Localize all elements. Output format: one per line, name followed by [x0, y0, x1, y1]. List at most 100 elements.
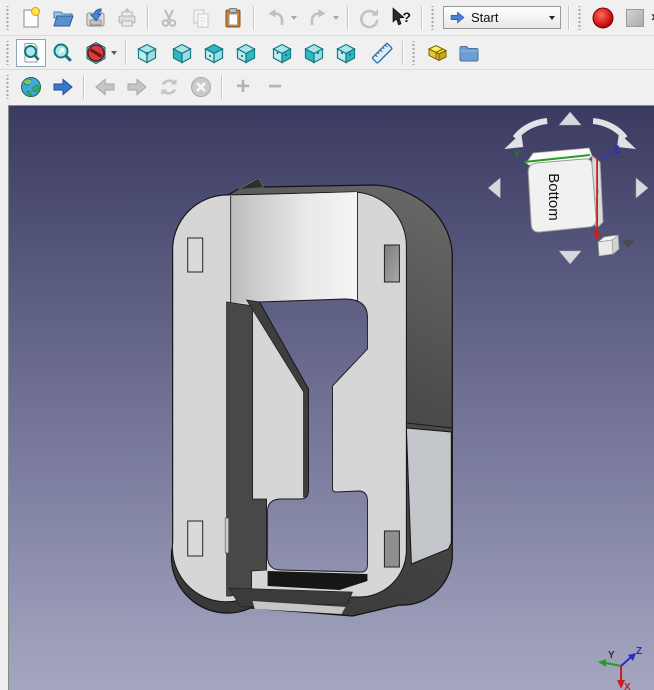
- separator: [147, 6, 149, 30]
- copy-button[interactable]: [186, 4, 216, 32]
- web-home-button[interactable]: [16, 73, 46, 101]
- open-folder-blue-button[interactable]: [454, 39, 484, 67]
- left-cube-icon: [334, 41, 358, 65]
- view-right-button[interactable]: [231, 39, 261, 67]
- model-lower-right-band: [406, 428, 451, 564]
- toolbar-drag-handle[interactable]: [411, 41, 416, 65]
- view-front-button[interactable]: [167, 39, 197, 67]
- svg-text:?: ?: [403, 9, 412, 25]
- draw-style-button[interactable]: [80, 39, 120, 67]
- refresh-button[interactable]: [354, 4, 384, 32]
- undo-icon: [264, 6, 288, 30]
- magnifier-icon: [51, 41, 75, 65]
- toolbar-drag-handle[interactable]: [5, 41, 10, 65]
- separator: [221, 75, 223, 99]
- redo-caret-icon[interactable]: [333, 16, 339, 20]
- cut-button[interactable]: [154, 4, 184, 32]
- axonometric-cube-icon: [135, 41, 159, 65]
- view-rear-button[interactable]: [267, 39, 297, 67]
- model-slot-top-left: [188, 238, 203, 272]
- paste-icon: [221, 6, 245, 30]
- origin-x-label: X: [624, 682, 631, 690]
- cube-face-label[interactable]: Bottom: [545, 173, 562, 220]
- toolbar-navigation: + −: [0, 70, 654, 104]
- cad-model[interactable]: [171, 178, 452, 616]
- macro-stop-button[interactable]: [620, 4, 650, 32]
- mini-cube-front[interactable]: [598, 240, 613, 256]
- print-button[interactable]: [112, 4, 142, 32]
- separator: [402, 41, 404, 65]
- new-file-button[interactable]: [16, 4, 46, 32]
- ruler-icon: [370, 41, 394, 65]
- origin-z-label: Z: [636, 646, 642, 657]
- redo-icon: [306, 6, 330, 30]
- go-next-button[interactable]: [48, 73, 78, 101]
- copy-icon: [189, 6, 213, 30]
- fit-all-icon: [19, 41, 43, 65]
- cube-y-label: Y: [513, 149, 521, 161]
- forward-arrow-icon: [125, 75, 149, 99]
- blue-arrow-right-icon: [51, 75, 75, 99]
- web-refresh-button[interactable]: [154, 73, 184, 101]
- origin-y-label: Y: [608, 650, 615, 661]
- front-cube-icon: [170, 41, 194, 65]
- zoom-in-button[interactable]: +: [228, 73, 258, 101]
- view-top-button[interactable]: [199, 39, 229, 67]
- save-icon: [83, 6, 107, 30]
- open-folder-icon: [51, 6, 75, 30]
- measure-distance-button[interactable]: [367, 39, 397, 67]
- toolbar-view: [0, 36, 654, 70]
- toolbar-area: ? Start: [0, 0, 654, 105]
- open-file-button[interactable]: [48, 4, 78, 32]
- draw-style-caret-icon[interactable]: [111, 51, 117, 55]
- back-button[interactable]: [90, 73, 120, 101]
- model-slot-bottom-left: [188, 521, 203, 556]
- workbench-selector-value: Start: [471, 10, 498, 25]
- print-icon: [115, 6, 139, 30]
- web-stop-button[interactable]: [186, 73, 216, 101]
- draw-style-icon: [84, 41, 108, 65]
- globe-icon: [19, 75, 43, 99]
- save-button[interactable]: [80, 4, 110, 32]
- separator: [568, 6, 570, 30]
- freecad-window: ? Start: [0, 0, 654, 690]
- separator: [347, 6, 349, 30]
- undo-caret-icon[interactable]: [291, 16, 297, 20]
- forward-button[interactable]: [122, 73, 152, 101]
- 3d-viewport[interactable]: Bottom Y Z: [8, 105, 654, 690]
- toolbar-drag-handle[interactable]: [577, 6, 582, 30]
- new-file-icon: [19, 6, 43, 30]
- fit-all-button[interactable]: [16, 39, 46, 67]
- top-cube-icon: [202, 41, 226, 65]
- workbench-arrow-icon: [449, 9, 466, 26]
- view-left-button[interactable]: [331, 39, 361, 67]
- view-axonometric-button[interactable]: [132, 39, 162, 67]
- stop-square-icon: [623, 6, 647, 30]
- view-bottom-button[interactable]: [299, 39, 329, 67]
- macro-record-button[interactable]: [588, 4, 618, 32]
- workbench-selector[interactable]: Start: [443, 6, 561, 29]
- paste-button[interactable]: [218, 4, 248, 32]
- undo-button[interactable]: [260, 4, 300, 32]
- rear-cube-icon: [270, 41, 294, 65]
- back-arrow-icon: [93, 75, 117, 99]
- zoom-box-button[interactable]: [48, 39, 78, 67]
- zoom-out-button[interactable]: −: [260, 73, 290, 101]
- record-icon: [591, 6, 615, 30]
- 3d-scene[interactable]: Bottom Y Z: [9, 106, 654, 690]
- toolbar-drag-handle[interactable]: [430, 6, 435, 30]
- part-workbench-button[interactable]: [422, 39, 452, 67]
- toolbar-drag-handle[interactable]: [5, 75, 10, 99]
- stop-circle-icon: [189, 75, 213, 99]
- toolbar-drag-handle[interactable]: [5, 6, 10, 30]
- bottom-cube-icon: [302, 41, 326, 65]
- separator: [125, 41, 127, 65]
- toolbar-file: ? Start: [0, 0, 654, 36]
- separator: [253, 6, 255, 30]
- help-cursor-icon: ?: [389, 6, 413, 30]
- folder-icon: [457, 41, 481, 65]
- separator: [83, 75, 85, 99]
- redo-button[interactable]: [302, 4, 342, 32]
- model-top-plate: [231, 192, 358, 303]
- whats-this-button[interactable]: ?: [386, 4, 416, 32]
